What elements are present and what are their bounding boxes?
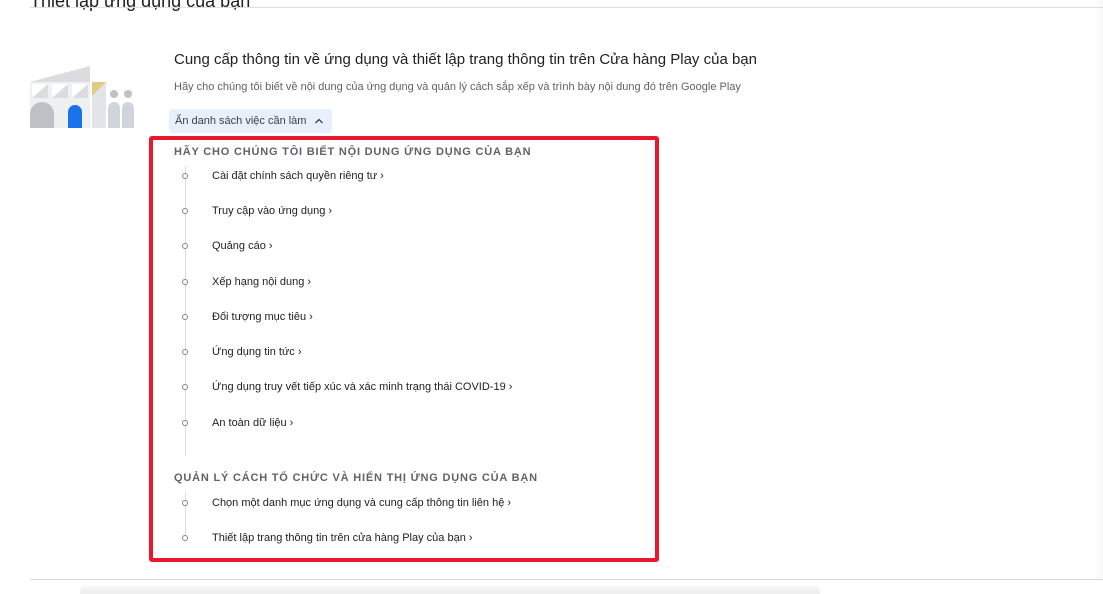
chevron-right-icon: › — [328, 205, 333, 217]
task-target-audience[interactable]: Đối tượng mục tiêu › — [180, 309, 313, 325]
task-label: Truy cập vào ứng dụng — [212, 205, 326, 217]
task-status-dot-icon — [182, 420, 188, 426]
task-label: Quảng cáo — [212, 240, 266, 252]
task-status-dot-icon — [182, 349, 188, 355]
chevron-right-icon: › — [307, 276, 312, 288]
task-ads[interactable]: Quảng cáo › — [180, 238, 273, 254]
chevron-right-icon: › — [289, 417, 294, 429]
group-heading-app-content: HÃY CHO CHÚNG TÔI BIẾT NỘI DUNG ỨNG DỤNG… — [174, 146, 532, 158]
page-heading: Thiết lập ứng dụng của bạn — [30, 0, 251, 11]
task-privacy-policy[interactable]: Cài đặt chính sách quyền riêng tư › — [180, 168, 384, 184]
hide-todo-list-button[interactable]: Ẩn danh sách việc cần làm — [169, 109, 333, 133]
task-news-app[interactable]: Ứng dụng tin tức › — [180, 344, 301, 360]
next-card-shadow — [80, 585, 820, 594]
task-label: Cài đặt chính sách quyền riêng tư — [212, 170, 378, 182]
task-status-dot-icon — [182, 314, 188, 320]
task-content-rating[interactable]: Xếp hạng nội dung › — [180, 274, 311, 290]
group-heading-store-presence: QUẢN LÝ CÁCH TỔ CHỨC VÀ HIỂN THỊ ỨNG DỤN… — [174, 472, 538, 484]
chevron-up-icon — [315, 118, 324, 124]
task-status-dot-icon — [182, 243, 188, 249]
top-divider — [30, 7, 1103, 8]
task-app-category-contact[interactable]: Chọn một danh mục ứng dụng và cung cấp t… — [180, 495, 511, 511]
task-status-dot-icon — [182, 279, 188, 285]
task-status-dot-icon — [182, 173, 188, 179]
task-status-dot-icon — [182, 535, 188, 541]
toggle-label: Ẩn danh sách việc cần làm — [175, 115, 307, 127]
task-label: Xếp hạng nội dung — [212, 276, 305, 288]
task-status-dot-icon — [182, 208, 188, 214]
chevron-right-icon: › — [507, 497, 512, 509]
chevron-right-icon: › — [508, 381, 513, 393]
task-label: Ứng dụng tin tức — [212, 346, 295, 358]
task-label: An toàn dữ liệu — [212, 417, 287, 429]
task-status-dot-icon — [182, 500, 188, 506]
right-shadow — [1095, 0, 1103, 580]
chevron-right-icon: › — [468, 532, 473, 544]
section-subtitle: Hãy cho chúng tôi biết về nội dung của ứ… — [174, 81, 741, 93]
section-title: Cung cấp thông tin về ứng dụng và thiết … — [174, 51, 757, 68]
chevron-right-icon: › — [268, 240, 273, 252]
setup-illustration-icon — [30, 66, 134, 128]
task-label: Ứng dụng truy vết tiếp xúc và xác minh t… — [212, 381, 506, 393]
chevron-right-icon: › — [309, 311, 313, 323]
chevron-right-icon: › — [297, 346, 302, 358]
task-label: Chọn một danh mục ứng dụng và cung cấp t… — [212, 497, 505, 509]
task-app-access[interactable]: Truy cập vào ứng dụng › — [180, 203, 332, 219]
bottom-divider — [30, 579, 1103, 580]
task-data-safety[interactable]: An toàn dữ liệu › — [180, 415, 293, 431]
task-label: Đối tượng mục tiêu — [212, 311, 307, 323]
task-label: Thiết lập trang thông tin trên cửa hàng … — [212, 532, 466, 544]
task-covid-apps[interactable]: Ứng dụng truy vết tiếp xúc và xác minh t… — [180, 379, 512, 395]
task-status-dot-icon — [182, 384, 188, 390]
chevron-right-icon: › — [380, 170, 384, 182]
task-store-listing[interactable]: Thiết lập trang thông tin trên cửa hàng … — [180, 530, 472, 546]
